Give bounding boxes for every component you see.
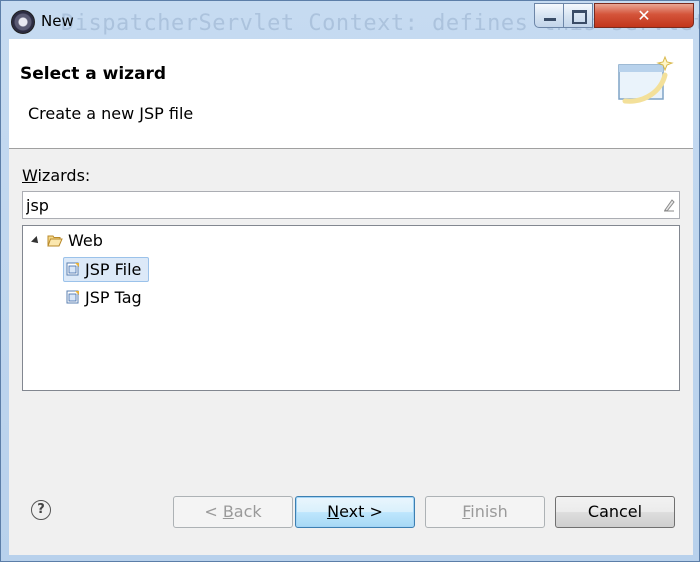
tree-item-jsp-tag[interactable]: JSP Tag: [63, 286, 163, 310]
help-icon[interactable]: ?: [31, 500, 51, 520]
tree-item-label: JSP Tag: [85, 288, 142, 307]
expand-collapse-icon[interactable]: [31, 236, 41, 246]
tree-folder-label: Web: [68, 231, 103, 250]
back-button[interactable]: < Back: [173, 496, 293, 528]
wizard-header: Select a wizard Create a new JSP file: [9, 39, 693, 149]
eclipse-app-icon[interactable]: [11, 10, 35, 34]
page-title: Select a wizard: [20, 64, 167, 84]
next-button[interactable]: Next >: [295, 496, 415, 528]
maximize-button[interactable]: [563, 3, 593, 28]
dialog-client-area: Select a wizard Create a new JSP file Wi…: [9, 39, 693, 555]
jsp-file-icon: [66, 262, 79, 276]
folder-open-icon: [47, 235, 63, 247]
wizard-filter-field[interactable]: [22, 191, 680, 219]
window-title: New: [41, 12, 74, 30]
jsp-tag-icon: [66, 290, 79, 304]
tree-folder-web[interactable]: Web: [23, 229, 223, 253]
title-bar[interactable]: DispatcherServlet Context: defines this …: [1, 1, 700, 39]
tree-item-jsp-file[interactable]: JSP File: [63, 258, 153, 282]
close-icon: ✕: [637, 6, 651, 25]
clear-filter-icon[interactable]: [663, 198, 675, 212]
wizard-filter-input[interactable]: [23, 192, 646, 218]
tree-item-label: JSP File: [85, 260, 142, 279]
minimize-button[interactable]: [534, 3, 564, 28]
new-wizard-dialog: DispatcherServlet Context: defines this …: [0, 0, 700, 562]
close-button[interactable]: ✕: [594, 3, 694, 28]
cancel-button[interactable]: Cancel: [555, 496, 675, 528]
wizards-label: Wizards:: [22, 166, 91, 185]
wizard-tree[interactable]: Web JSP File JSP Tag: [22, 225, 680, 391]
new-wizard-banner-icon: [618, 55, 674, 104]
finish-button[interactable]: Finish: [425, 496, 545, 528]
page-description: Create a new JSP file: [28, 104, 194, 123]
